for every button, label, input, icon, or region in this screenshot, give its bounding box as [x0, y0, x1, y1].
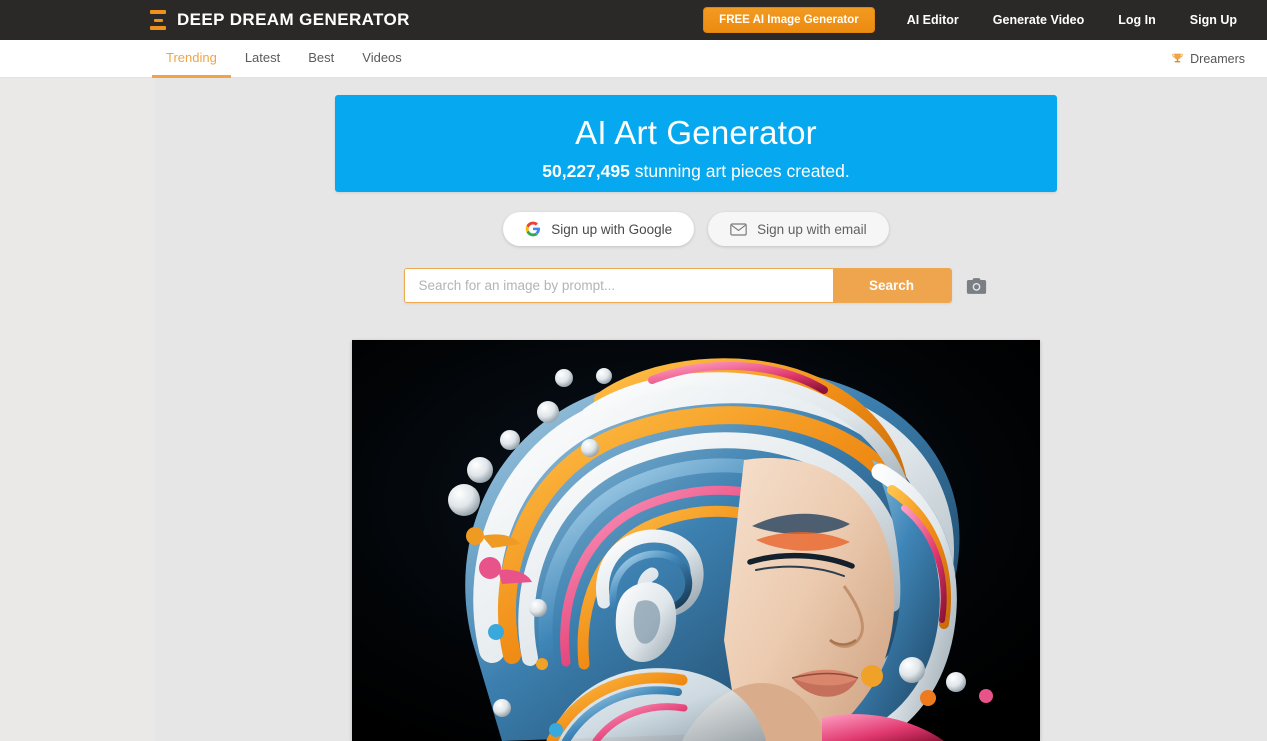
page-title: AI Art Generator: [575, 114, 817, 151]
left-rail: [0, 78, 155, 741]
dreamers-label: Dreamers: [1190, 51, 1245, 66]
category-tabs: Trending Latest Best Videos: [152, 40, 416, 78]
top-navigation: FREE AI Image Generator AI Editor Genera…: [703, 7, 1243, 33]
sub-navigation-bar: Trending Latest Best Videos Dreamers: [0, 40, 1267, 78]
search-button[interactable]: Search: [832, 269, 951, 302]
art-pieces-count: 50,227,495: [542, 161, 630, 181]
trophy-icon: [1172, 53, 1183, 63]
tab-best[interactable]: Best: [294, 40, 348, 78]
nav-link-generate-video[interactable]: Generate Video: [993, 13, 1084, 27]
email-button-label: Sign up with email: [757, 221, 867, 237]
google-button-label: Sign up with Google: [551, 221, 673, 237]
hero-banner: AI Art Generator 50,227,495 stunning art…: [335, 95, 1057, 192]
nav-link-log-in[interactable]: Log In: [1118, 13, 1156, 27]
hero-subtitle: 50,227,495 stunning art pieces created.: [335, 161, 1057, 182]
search-input[interactable]: [404, 269, 833, 302]
artwork-image: [352, 340, 1040, 741]
dreamers-link[interactable]: Dreamers: [1171, 52, 1245, 66]
featured-artwork[interactable]: [352, 340, 1040, 741]
tab-trending[interactable]: Trending: [152, 40, 231, 78]
camera-icon: [966, 277, 987, 294]
page-body: AI Art Generator 50,227,495 stunning art…: [0, 78, 1267, 741]
nav-link-ai-editor[interactable]: AI Editor: [907, 13, 959, 27]
brand-logo[interactable]: DEEP DREAM GENERATOR: [150, 10, 410, 30]
sign-up-with-email-button[interactable]: Sign up with email: [708, 212, 889, 246]
brand-name: DEEP DREAM GENERATOR: [177, 10, 410, 29]
google-g-icon: [525, 221, 541, 237]
tab-videos[interactable]: Videos: [348, 40, 416, 78]
signup-button-row: Sign up with Google Sign up with email: [335, 212, 1057, 246]
search-row: Search: [335, 268, 1057, 303]
image-search-camera-button[interactable]: [965, 274, 989, 298]
tab-latest[interactable]: Latest: [231, 40, 294, 78]
hourglass-logo-icon: [150, 10, 166, 30]
free-ai-image-generator-button[interactable]: FREE AI Image Generator: [703, 7, 875, 33]
hero-subtitle-rest: stunning art pieces created.: [629, 161, 850, 181]
top-header-bar: DEEP DREAM GENERATOR FREE AI Image Gener…: [0, 0, 1267, 40]
nav-link-sign-up[interactable]: Sign Up: [1190, 13, 1237, 27]
main-content: AI Art Generator 50,227,495 stunning art…: [155, 78, 1267, 741]
envelope-icon: [730, 222, 747, 236]
sign-up-with-google-button[interactable]: Sign up with Google: [503, 212, 695, 246]
search-box: Search: [403, 268, 952, 303]
